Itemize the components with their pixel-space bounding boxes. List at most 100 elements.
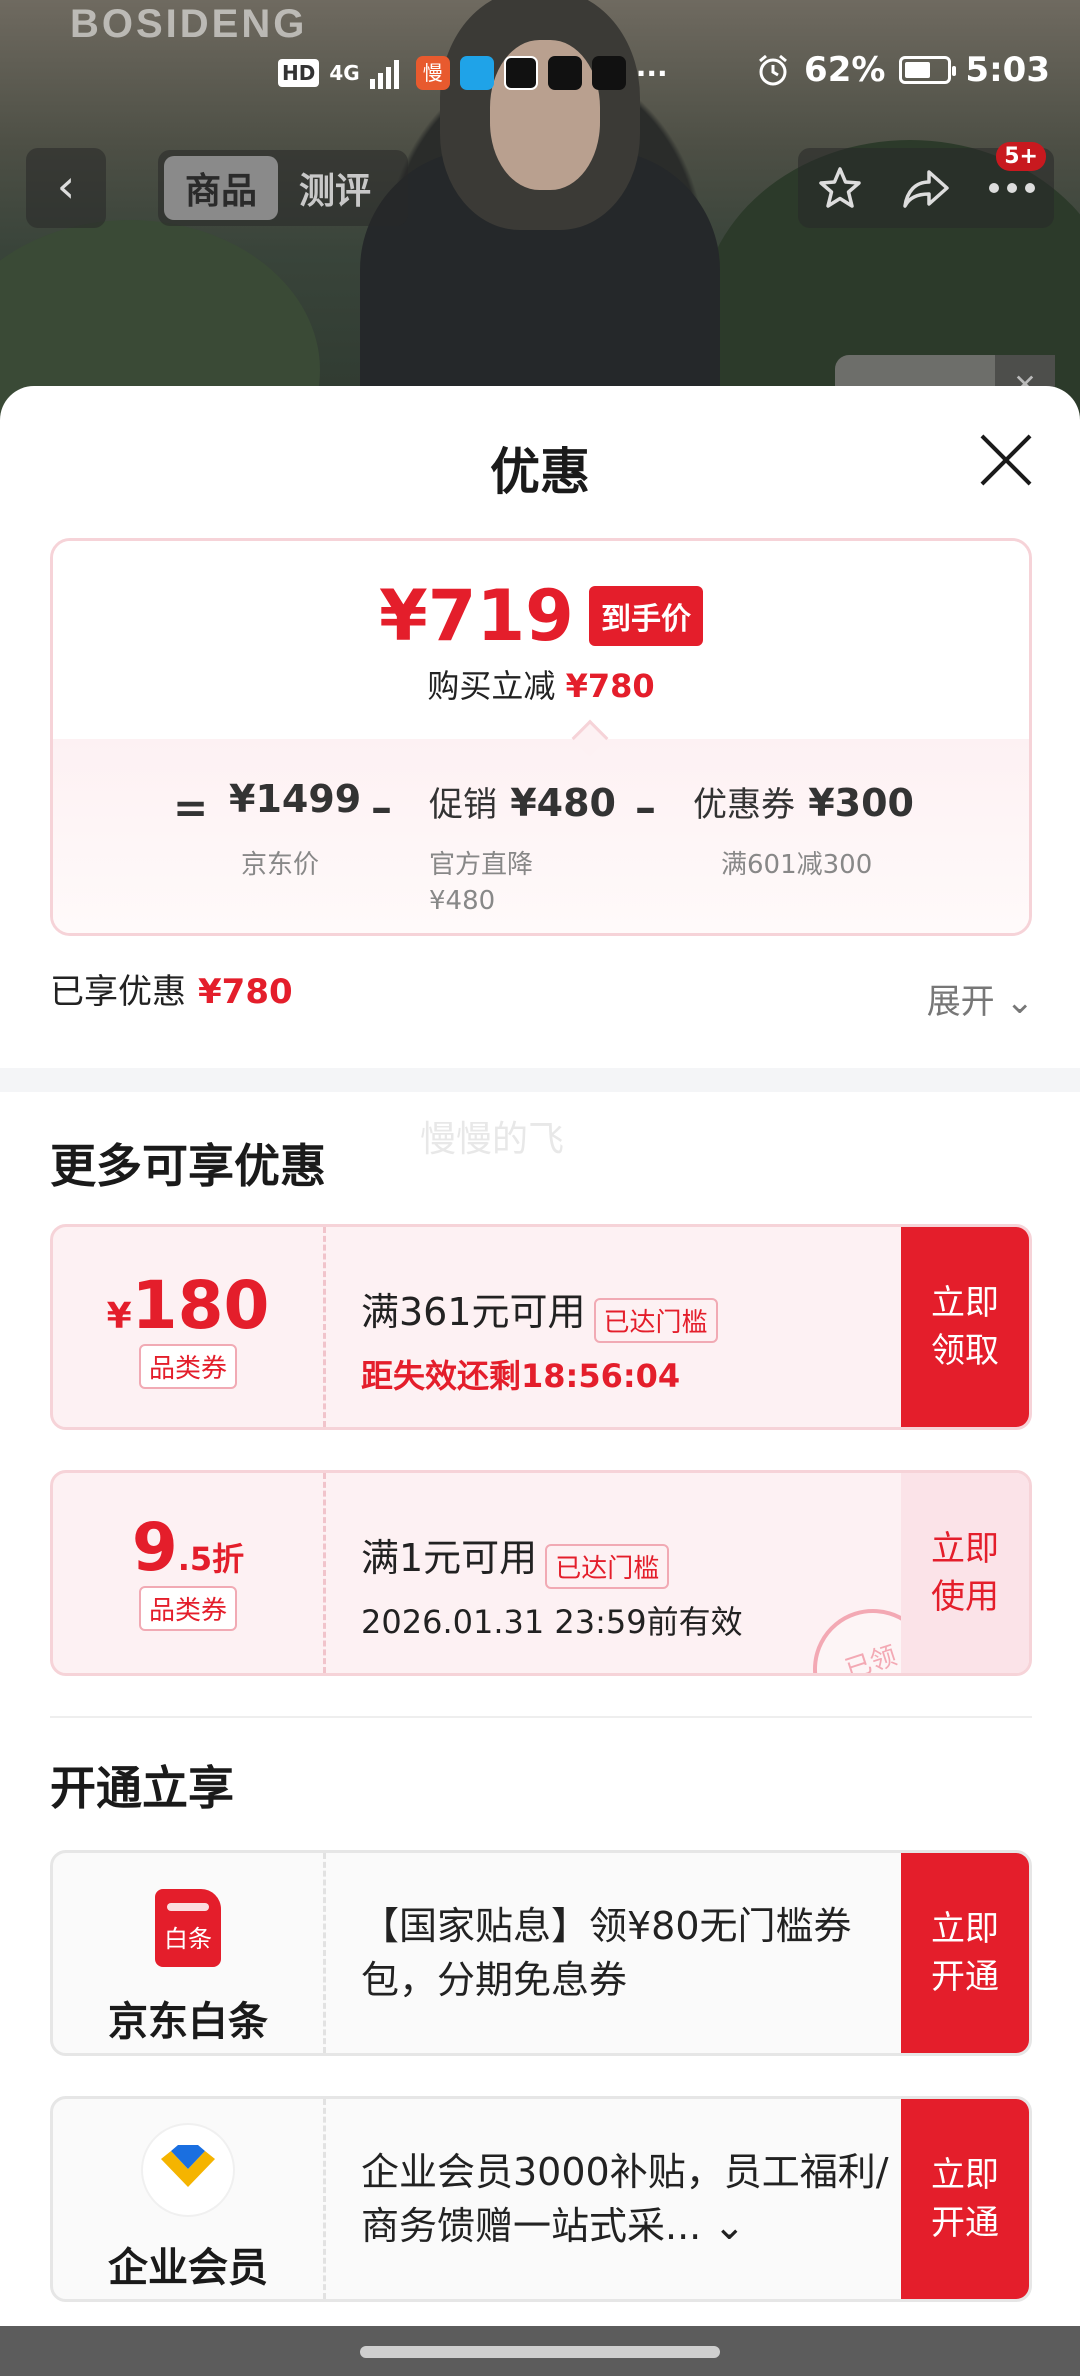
clock: 5:03 bbox=[965, 50, 1050, 90]
expand-label: 展开 bbox=[926, 982, 995, 1022]
service-description-text: 企业会员3000补贴，员工福利/商务馈赠一站式采... bbox=[361, 2150, 889, 2248]
tiktok-icon bbox=[503, 56, 538, 90]
nav-actions: 5+ bbox=[798, 142, 1054, 228]
action-line: 立即 bbox=[931, 1283, 999, 1323]
action-line: 领取 bbox=[931, 1331, 999, 1371]
nav-tabs: 商品 测评 bbox=[158, 150, 408, 226]
claim-coupon-button[interactable]: 立即 领取 bbox=[901, 1227, 1029, 1427]
coupon-amount: ¥180 bbox=[53, 1267, 323, 1344]
promo-item: 促销 ¥480 bbox=[429, 777, 616, 826]
battery-percent: 62% bbox=[804, 50, 886, 90]
home-gesture-bar[interactable] bbox=[360, 2346, 720, 2358]
jd-price-label: 京东价 bbox=[241, 850, 320, 880]
coupon-condition: 满361元可用 bbox=[361, 1290, 586, 1334]
promo-value: ¥480 bbox=[510, 781, 616, 825]
service-name: 企业会员 bbox=[108, 2245, 268, 2291]
enjoyed-discount: 已享优惠 ¥780 bbox=[50, 964, 293, 1013]
coupon-category-tag: 品类券 bbox=[138, 1586, 237, 1631]
enjoyed-label: 已享优惠 bbox=[50, 972, 186, 1012]
threshold-reached-tag: 已达门槛 bbox=[593, 1298, 718, 1343]
coupon-value-box: 9.5折 品类券 bbox=[53, 1473, 323, 1673]
coupon-category-tag: 品类券 bbox=[138, 1344, 237, 1389]
app-notification-icon: 慢 bbox=[415, 56, 450, 90]
open-enterprise-button[interactable]: 立即 开通 bbox=[901, 2099, 1029, 2299]
yen-sign: ¥ bbox=[106, 1296, 132, 1337]
more-discounts-title: 更多可享优惠 bbox=[50, 1139, 326, 1193]
action-line: 开通 bbox=[931, 2203, 999, 2243]
promo-sub-label: 官方直降 bbox=[429, 850, 534, 880]
discount-suffix: .5折 bbox=[177, 1540, 245, 1578]
share-icon[interactable] bbox=[901, 166, 951, 210]
coupon-dashed-separator bbox=[323, 1227, 326, 1427]
signal-icon bbox=[369, 60, 399, 89]
coupon-countdown: 距失效还剩18:56:04 bbox=[361, 1357, 681, 1395]
star-icon[interactable] bbox=[816, 164, 864, 212]
coupon-card: ¥180 品类券 满361元可用 已达门槛 距失效还剩18:56:04 立即领取 bbox=[50, 1224, 1032, 1430]
enjoyed-value: ¥780 bbox=[198, 972, 293, 1012]
back-button[interactable]: ‹ bbox=[26, 148, 106, 228]
jd-price: ¥1499 bbox=[229, 777, 362, 821]
open-baitiao-button[interactable]: 立即 开通 bbox=[901, 1853, 1029, 2053]
service-card: 企业会员 企业会员3000补贴，员工福利/商务馈赠一站式采... ⌄ 立即 开通 bbox=[50, 2096, 1032, 2302]
price-formula: = ¥1499 京东价 – 促销 ¥480 官方直降 ¥480 – 优惠券 ¥3… bbox=[53, 719, 1029, 933]
coupon-value: ¥300 bbox=[808, 781, 914, 825]
promo-sub-value: ¥480 bbox=[429, 886, 496, 916]
coupon-card: 9.5折 品类券 满1元可用 已达门槛 2026.01.31 23:59前有效 已… bbox=[50, 1470, 1032, 1676]
expand-button[interactable]: 展开 ⌄ bbox=[927, 974, 1034, 1023]
coupon-amount: 9.5折 bbox=[53, 1509, 323, 1586]
action-line: 立即 bbox=[931, 1529, 999, 1569]
tab-review[interactable]: 测评 bbox=[278, 156, 392, 220]
chevron-down-icon[interactable]: ⌄ bbox=[713, 2204, 745, 2248]
more-notifications-icon: ··· bbox=[635, 56, 668, 90]
action-line: 开通 bbox=[931, 1957, 999, 1997]
alarm-icon bbox=[759, 54, 787, 86]
service-description: 【国家贴息】领¥80无门槛券包，分期免息券 bbox=[361, 1904, 852, 2002]
user-watermark: 慢慢的飞 bbox=[420, 1119, 565, 1160]
final-price-row: ¥719 到手价 bbox=[53, 575, 1029, 657]
service-card: 白条 京东白条 【国家贴息】领¥80无门槛券包，分期免息券 立即开通 bbox=[50, 1850, 1032, 2056]
sheet-title: 优惠 bbox=[490, 443, 590, 501]
service-brand: 企业会员 bbox=[53, 2099, 323, 2299]
discount-sheet: 优惠 ¥719 到手价 购买立减 ¥780 = ¥1499 京东价 – 促销 ¥ bbox=[0, 386, 1080, 2326]
more-icon[interactable] bbox=[988, 182, 1036, 194]
coupon-validity: 2026.01.31 23:59前有效 bbox=[361, 1603, 743, 1641]
reduce-value: ¥780 bbox=[565, 667, 655, 705]
hd-icon: HD bbox=[278, 59, 320, 87]
coupon-sub: 满601减300 bbox=[721, 850, 873, 880]
status-right: 62% 5:03 bbox=[756, 50, 1050, 90]
tiktok-icon bbox=[547, 56, 582, 90]
list-divider bbox=[50, 1716, 1032, 1718]
section-divider bbox=[0, 1068, 1080, 1092]
promo-label: 促销 bbox=[429, 785, 497, 825]
threshold-reached-tag: 已达门槛 bbox=[545, 1544, 670, 1589]
status-icons: HD 4G 慢 ··· bbox=[278, 56, 668, 90]
baitiao-icon: 白条 bbox=[155, 1889, 221, 1967]
message-count-badge: 5+ bbox=[996, 142, 1046, 171]
action-line: 立即 bbox=[931, 1909, 999, 1949]
service-dashed-separator bbox=[323, 1853, 326, 2053]
use-coupon-button[interactable]: 立即 使用 bbox=[901, 1473, 1029, 1673]
reduce-row: 购买立减 ¥780 bbox=[53, 661, 1029, 707]
service-name: 京东白条 bbox=[108, 1999, 268, 2045]
coupon-details: 满361元可用 已达门槛 距失效还剩18:56:04 bbox=[361, 1281, 901, 1397]
close-button[interactable] bbox=[978, 432, 1034, 488]
tab-product[interactable]: 商品 bbox=[164, 156, 278, 220]
final-price: ¥719 bbox=[379, 575, 574, 657]
coupon-value-box: ¥180 品类券 bbox=[53, 1227, 323, 1427]
coupon-item: 优惠券 ¥300 bbox=[693, 777, 914, 826]
price-summary: ¥719 到手价 购买立减 ¥780 bbox=[53, 541, 1029, 739]
coupon-details: 满1元可用 已达门槛 2026.01.31 23:59前有效 bbox=[361, 1527, 901, 1643]
service-description: 企业会员3000补贴，员工福利/商务馈赠一站式采... ⌄ bbox=[361, 2145, 921, 2253]
top-nav: ‹ 商品 测评 5+ bbox=[0, 142, 1080, 232]
coupon-dashed-separator bbox=[323, 1473, 326, 1673]
network-type-icon: 4G bbox=[329, 61, 360, 85]
equals-sign: = bbox=[173, 783, 209, 832]
coupon-amount-value: 9 bbox=[131, 1509, 178, 1586]
action-line: 使用 bbox=[931, 1577, 999, 1617]
service-dashed-separator bbox=[323, 2099, 326, 2299]
status-bar: HD 4G 慢 ··· 62% 5:03 bbox=[0, 44, 1080, 104]
price-breakdown-card: ¥719 到手价 购买立减 ¥780 = ¥1499 京东价 – 促销 ¥480… bbox=[50, 538, 1032, 936]
reduce-label: 购买立减 bbox=[427, 667, 556, 705]
coupon-condition: 满1元可用 bbox=[361, 1536, 538, 1580]
promo-sub: 官方直降 ¥480 bbox=[429, 847, 533, 919]
